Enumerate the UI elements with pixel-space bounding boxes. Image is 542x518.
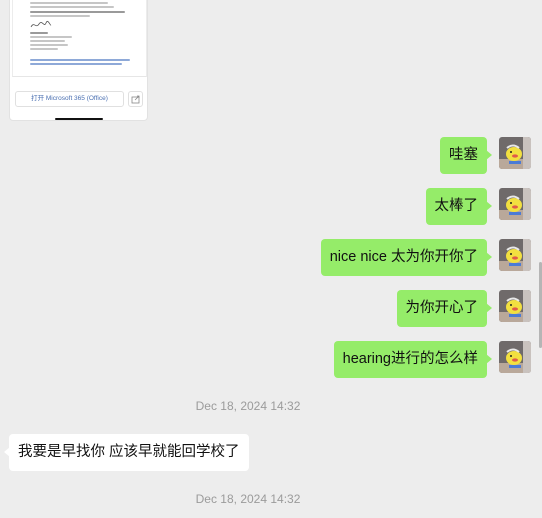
avatar-cartoon-icon xyxy=(499,137,531,169)
message-timestamp: Dec 18, 2024 14:32 xyxy=(195,399,301,413)
file-card-actions: 打开 Microsoft 365 (Office) xyxy=(10,91,147,111)
message-row-sent: nice nice 太为你开你了 xyxy=(0,239,542,276)
open-in-office-button[interactable]: 打开 Microsoft 365 (Office) xyxy=(15,91,124,107)
user-avatar[interactable] xyxy=(499,239,531,271)
avatar-cartoon-icon xyxy=(499,290,531,322)
avatar-cartoon-icon xyxy=(499,341,531,373)
message-row-sent: hearing进行的怎么样 xyxy=(0,341,542,378)
sent-message-bubble[interactable]: hearing进行的怎么样 xyxy=(333,341,493,378)
message-row-sent: 为你开心了 xyxy=(0,290,542,327)
user-avatar[interactable] xyxy=(499,188,531,220)
message-row-sent: 太棒了 xyxy=(0,188,542,225)
share-icon xyxy=(131,95,140,104)
user-avatar[interactable] xyxy=(499,290,531,322)
sent-message-bubble[interactable]: 太棒了 xyxy=(425,188,492,225)
sent-message-bubble[interactable]: 哇塞 xyxy=(440,137,492,174)
document-preview-thumbnail[interactable] xyxy=(12,0,147,77)
user-avatar[interactable] xyxy=(499,341,531,373)
avatar-cartoon-icon xyxy=(499,188,531,220)
sent-message-bubble[interactable]: 为你开心了 xyxy=(396,290,492,327)
message-row-received: 我要是早找你 应该早就能回学校了 xyxy=(0,434,542,471)
sent-message-bubble[interactable]: nice nice 太为你开你了 xyxy=(320,239,493,276)
home-indicator-bar xyxy=(55,118,103,120)
message-row-sent: 哇塞 xyxy=(0,137,542,174)
signature-image xyxy=(30,20,52,28)
share-button[interactable] xyxy=(128,91,143,107)
user-avatar[interactable] xyxy=(499,137,531,169)
received-message-bubble[interactable]: 我要是早找你 应该早就能回学校了 xyxy=(4,434,249,471)
avatar-cartoon-icon xyxy=(499,239,531,271)
message-timestamp: Dec 18, 2024 14:32 xyxy=(195,492,301,506)
file-attachment-card[interactable]: 打开 Microsoft 365 (Office) xyxy=(9,0,148,121)
